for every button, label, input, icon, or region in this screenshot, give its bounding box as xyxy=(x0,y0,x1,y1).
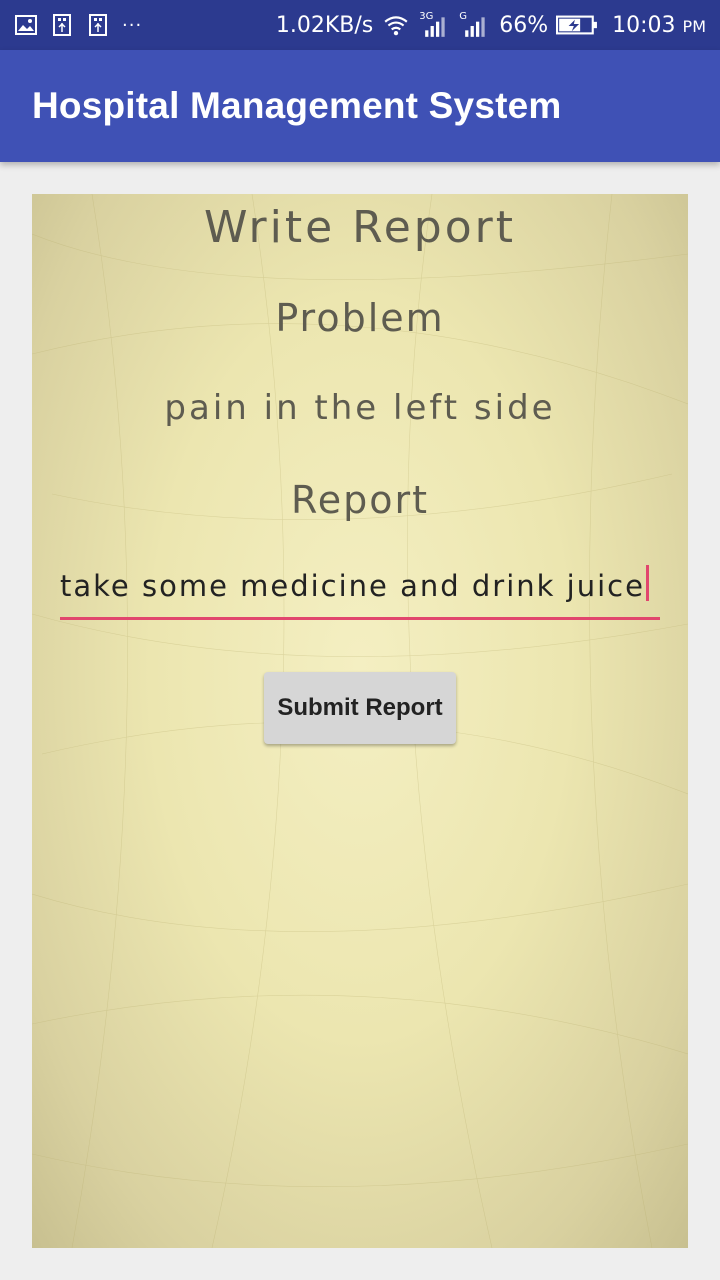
problem-text: pain in the left side xyxy=(164,388,556,428)
report-card: Write Report Problem pain in the left si… xyxy=(32,194,688,1248)
app-title: Hospital Management System xyxy=(32,85,562,126)
status-bar: ··· 1.02KB/s 3G G 66% 10:03 PM xyxy=(0,0,720,50)
usb-icon xyxy=(89,14,107,36)
status-bar-notifications: ··· xyxy=(14,13,142,37)
battery-charging-icon xyxy=(556,15,598,35)
battery-percent: 66% xyxy=(499,12,549,38)
image-icon xyxy=(15,15,37,35)
report-input[interactable]: take some medicine and drink juice xyxy=(60,550,660,620)
signal-3g-icon: 3G xyxy=(419,11,451,39)
problem-label: Problem xyxy=(275,296,445,340)
submit-report-button[interactable]: Submit Report xyxy=(264,672,456,744)
signal-g-icon: G xyxy=(459,11,491,39)
app-bar: Hospital Management System xyxy=(0,50,720,162)
report-label: Report xyxy=(291,478,429,522)
report-input-value: take some medicine and drink juice xyxy=(60,569,645,603)
network-speed: 1.02KB/s xyxy=(275,12,374,38)
usb-icon xyxy=(53,14,71,36)
clock: 10:03 PM xyxy=(612,12,706,38)
status-bar-system: 1.02KB/s 3G G 66% 10:03 PM xyxy=(276,11,706,39)
overflow-notifications-icon: ··· xyxy=(122,14,143,36)
wifi-icon xyxy=(384,16,408,36)
page-title: Write Report xyxy=(203,202,516,253)
text-cursor xyxy=(645,565,649,601)
